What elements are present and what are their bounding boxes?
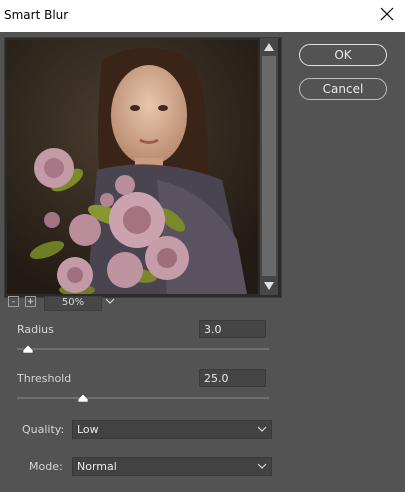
quality-label: Quality: (22, 423, 65, 436)
scroll-thumb[interactable] (262, 56, 276, 276)
quality-value: Low (77, 423, 99, 436)
scroll-down-icon[interactable] (262, 279, 276, 293)
radius-slider[interactable] (17, 348, 269, 350)
cancel-button[interactable]: Cancel (299, 78, 387, 100)
chevron-down-icon (257, 426, 267, 432)
ok-button[interactable]: OK (299, 44, 387, 66)
preview-scrollbar[interactable] (260, 38, 278, 295)
radius-input[interactable]: 3.0 (199, 320, 266, 338)
threshold-input[interactable]: 25.0 (199, 369, 266, 387)
mode-label: Mode: (29, 460, 63, 473)
threshold-slider-handle[interactable] (78, 394, 88, 402)
zoom-in-button[interactable]: + (25, 296, 36, 307)
threshold-slider[interactable] (17, 397, 269, 399)
radius-label: Radius (17, 323, 54, 336)
zoom-dropdown[interactable] (102, 296, 118, 309)
quality-select[interactable]: Low (72, 420, 272, 439)
threshold-label: Threshold (17, 372, 72, 385)
zoom-level[interactable]: 50% (44, 296, 102, 311)
preview-image[interactable] (7, 40, 258, 294)
chevron-down-icon (257, 463, 267, 469)
mode-select[interactable]: Normal (72, 457, 272, 476)
zoom-out-button[interactable]: - (8, 296, 19, 307)
chevron-down-icon (105, 298, 115, 304)
close-icon[interactable] (379, 6, 395, 22)
dialog-title: Smart Blur (4, 8, 69, 22)
scroll-up-icon[interactable] (262, 40, 276, 54)
radius-slider-handle[interactable] (22, 345, 33, 353)
title-bar: Smart Blur (0, 0, 405, 32)
mode-value: Normal (77, 460, 117, 473)
